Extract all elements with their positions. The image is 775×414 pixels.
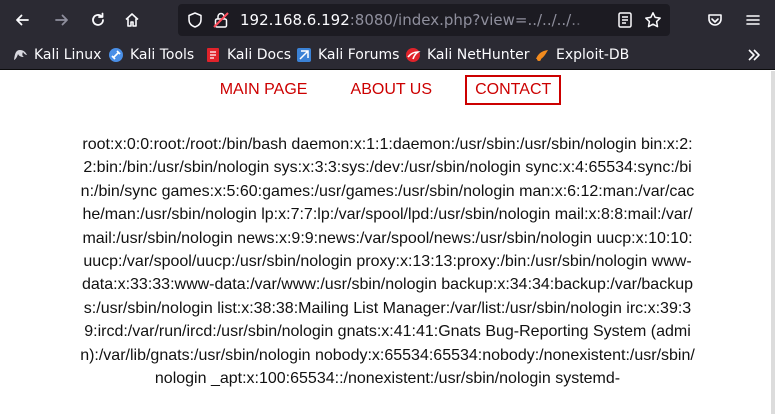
url-host: 192.168.6.192 — [240, 11, 350, 29]
kali-docs-icon — [205, 47, 221, 63]
bookmark-label: Kali NetHunter — [427, 47, 530, 63]
nav-contact[interactable]: CONTACT — [465, 75, 562, 105]
reload-icon[interactable] — [86, 8, 110, 32]
url-bar[interactable]: 192.168.6.192:8080/index.php?view=../../… — [178, 4, 670, 36]
bookmark-label: Kali Tools — [130, 47, 195, 63]
kali-tools-icon — [108, 47, 124, 63]
url-text[interactable]: 192.168.6.192:8080/index.php?view=../../… — [240, 11, 580, 29]
bookmark-exploit-db[interactable]: Exploit-DB — [534, 45, 629, 65]
browser-toolbar: 192.168.6.192:8080/index.php?view=../../… — [0, 0, 775, 40]
included-file-content: root:x:0:0:root:/root:/bin/bash daemon:x… — [80, 136, 695, 388]
bookmark-kali-nethunter[interactable]: Kali NetHunter — [405, 45, 529, 65]
hamburger-menu-icon[interactable] — [741, 8, 765, 32]
exploit-db-icon — [534, 47, 550, 63]
nav-about-us[interactable]: ABOUT US — [341, 75, 443, 105]
forward-arrow-icon[interactable] — [50, 8, 74, 32]
tracking-protection-shield-icon[interactable] — [186, 11, 204, 29]
web-page: MAIN PAGE ABOUT US CONTACT root:x:0:0:ro… — [0, 71, 775, 414]
bookmark-label: Kali Forums — [318, 47, 400, 63]
home-icon[interactable] — [120, 8, 144, 32]
bookmark-star-icon[interactable] — [644, 11, 662, 29]
back-arrow-icon[interactable] — [10, 8, 34, 32]
bookmark-kali-docs[interactable]: Kali Docs — [205, 45, 291, 65]
insecure-lock-icon[interactable] — [212, 11, 230, 29]
bookmark-label: Exploit-DB — [556, 47, 630, 63]
pocket-icon[interactable] — [703, 8, 727, 32]
bookmark-label: Kali Linux — [34, 47, 102, 63]
url-path: :8080/index.php?view=../../../../../../e… — [349, 11, 580, 29]
bookmarks-toolbar: Kali Linux Kali Tools Kali Docs Kali For… — [0, 40, 775, 70]
bookmark-kali-tools[interactable]: Kali Tools — [108, 45, 194, 65]
bookmark-kali-linux[interactable]: Kali Linux — [12, 45, 101, 65]
nethunter-icon — [405, 47, 421, 63]
url-overflow-fade — [570, 6, 590, 34]
bookmark-kali-forums[interactable]: Kali Forums — [296, 45, 399, 65]
bookmark-label: Kali Docs — [227, 47, 292, 63]
bookmarks-overflow-chevron-icon[interactable] — [745, 46, 765, 64]
kali-dragon-icon — [12, 47, 28, 63]
page-scrollbar[interactable] — [771, 71, 775, 414]
reader-view-icon[interactable] — [616, 11, 634, 29]
site-navigation: MAIN PAGE ABOUT US CONTACT — [0, 75, 771, 105]
nav-main-page[interactable]: MAIN PAGE — [210, 75, 318, 105]
kali-forums-icon — [296, 47, 312, 63]
